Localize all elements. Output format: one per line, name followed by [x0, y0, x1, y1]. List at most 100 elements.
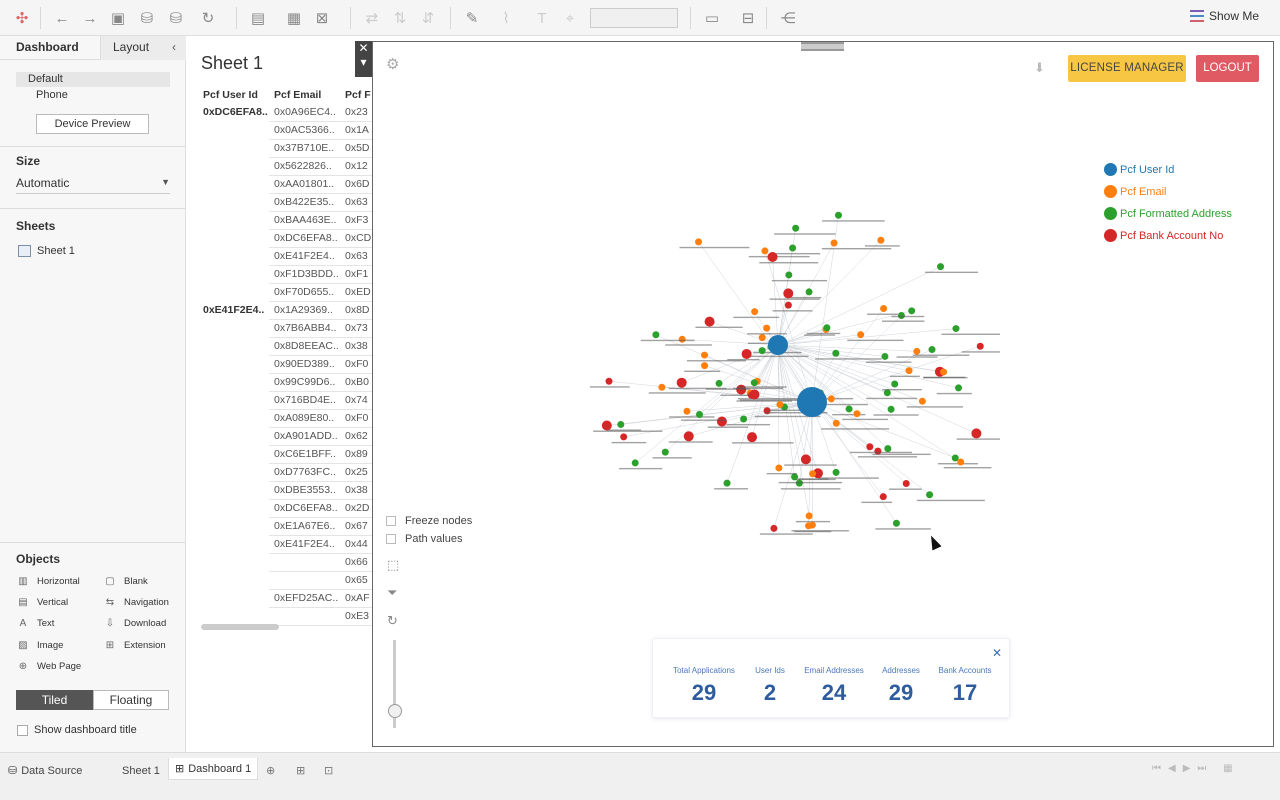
undo-icon[interactable]: ←: [52, 8, 72, 28]
graph-node[interactable]: [853, 410, 861, 418]
graph-node[interactable]: [866, 443, 874, 451]
graph-node[interactable]: [823, 324, 831, 332]
graph-node[interactable]: [937, 263, 945, 271]
graph-node[interactable]: [761, 247, 769, 255]
legend-item[interactable]: Pcf Email: [1104, 185, 1166, 198]
table-cell[interactable]: 0xE1A67E6..: [269, 518, 343, 536]
graph-node[interactable]: [928, 346, 936, 354]
table-cell[interactable]: [269, 608, 343, 626]
graph-node[interactable]: [789, 244, 797, 252]
table-cell[interactable]: 0x8D: [343, 302, 373, 320]
tiled-toggle[interactable]: Tiled: [16, 690, 93, 710]
gear-icon[interactable]: ⚙: [386, 55, 399, 73]
table-cell[interactable]: 0x44: [343, 536, 373, 554]
group-icon[interactable]: ⌇: [496, 8, 516, 28]
graph-node[interactable]: [832, 468, 840, 476]
table-cell[interactable]: 0xEFD25AC..: [269, 590, 343, 608]
graph-node[interactable]: [749, 389, 760, 400]
graph-node[interactable]: [631, 459, 639, 467]
table-cell[interactable]: 0x63: [343, 194, 373, 212]
duplicate-icon[interactable]: ▦: [284, 8, 304, 28]
graph-node[interactable]: [770, 524, 778, 532]
graph-node[interactable]: [763, 324, 771, 332]
graph-node[interactable]: [877, 236, 885, 244]
table-cell[interactable]: 0xE41F2E4..: [269, 536, 343, 554]
horizontal-scrollbar[interactable]: [201, 624, 279, 630]
graph-node[interactable]: [767, 252, 778, 263]
graph-node[interactable]: [676, 377, 687, 388]
sheet-list-item[interactable]: Sheet 1: [18, 245, 75, 257]
graph-node[interactable]: [715, 379, 723, 387]
reset-icon[interactable]: ↻: [387, 613, 398, 629]
table-cell[interactable]: 0xE41F2E4..: [269, 248, 343, 266]
graph-node[interactable]: [661, 448, 669, 456]
graph-node[interactable]: [784, 301, 792, 309]
clear-icon[interactable]: ⊠: [312, 8, 332, 28]
graph-node[interactable]: [652, 331, 660, 339]
graph-node[interactable]: [701, 351, 709, 359]
graph-node[interactable]: [683, 407, 691, 415]
table-cell[interactable]: 0x716BD4E..: [269, 392, 343, 410]
table-cell[interactable]: 0x23: [343, 104, 373, 122]
graph-node[interactable]: [879, 493, 887, 501]
table-cell[interactable]: 0x8D8EEAC..: [269, 338, 343, 356]
table-cell[interactable]: 0xB422E35..: [269, 194, 343, 212]
graph-node[interactable]: [891, 380, 899, 388]
tab-data-source[interactable]: ⛁ Data Source: [8, 762, 82, 780]
table-cell[interactable]: 0x0A96EC4..: [269, 104, 343, 122]
graph-node[interactable]: [957, 458, 965, 466]
table-cell[interactable]: 0xF0: [343, 410, 373, 428]
graph-node[interactable]: [908, 307, 916, 315]
graph-node[interactable]: [918, 397, 926, 405]
license-manager-button[interactable]: LICENSE MANAGER: [1068, 55, 1186, 82]
table-cell[interactable]: 0x38: [343, 482, 373, 500]
size-select[interactable]: Automatic ▼: [16, 176, 170, 194]
zoom-slider-handle[interactable]: [388, 704, 402, 718]
close-icon[interactable]: ✕: [992, 646, 1002, 660]
graph-node[interactable]: [758, 347, 766, 355]
table-cell[interactable]: 0xDC6EFA8..: [269, 230, 343, 248]
table-cell[interactable]: 0xDC6EFA8..: [269, 500, 343, 518]
tab-sheet-1[interactable]: Sheet 1: [122, 762, 160, 780]
table-cell[interactable]: 0xAA01801..: [269, 176, 343, 194]
fit-dropdown[interactable]: [590, 8, 678, 28]
graph-node[interactable]: [940, 368, 948, 376]
graph-node[interactable]: [845, 405, 853, 413]
table-cell[interactable]: 0xF3: [343, 212, 373, 230]
logout-button[interactable]: LOGOUT: [1196, 55, 1259, 82]
graph-node[interactable]: [783, 288, 794, 299]
graph-node[interactable]: [892, 519, 900, 527]
table-cell[interactable]: 0x6D: [343, 176, 373, 194]
table-cell[interactable]: 0xE41F2E4..: [203, 302, 271, 320]
graph-node[interactable]: [971, 428, 982, 439]
show-title-checkbox[interactable]: [17, 724, 28, 736]
table-cell[interactable]: 0xBAA463E..: [269, 212, 343, 230]
column-header[interactable]: Pcf User Id: [203, 89, 258, 101]
graph-node[interactable]: [832, 419, 840, 427]
refresh-icon[interactable]: ↻: [198, 8, 218, 28]
graph-node[interactable]: [704, 316, 715, 327]
show-title-option[interactable]: Show dashboard title: [17, 724, 137, 736]
table-cell[interactable]: 0xF70D655..: [269, 284, 343, 302]
device-default[interactable]: Default: [16, 72, 170, 87]
column-header[interactable]: Pcf F: [345, 89, 371, 101]
graph-node[interactable]: [830, 239, 838, 247]
object-webpage[interactable]: ⊕ Web Page: [17, 661, 81, 672]
graph-node[interactable]: [750, 379, 758, 387]
graph-node[interactable]: [874, 447, 882, 455]
graph-node[interactable]: [658, 383, 666, 391]
table-cell[interactable]: 0x5D: [343, 140, 373, 158]
graph-node[interactable]: [716, 416, 727, 427]
table-cell[interactable]: 0xF1D3BDD..: [269, 266, 343, 284]
table-cell[interactable]: 0xE3: [343, 608, 373, 626]
tab-dashboard-1[interactable]: ⊞ Dashboard 1: [168, 758, 259, 780]
object-download[interactable]: ⇩ Download: [104, 618, 166, 629]
table-cell[interactable]: 0xD7763FC..: [269, 464, 343, 482]
object-text[interactable]: A Text: [17, 618, 55, 629]
graph-node[interactable]: [751, 308, 759, 316]
drag-handle-icon[interactable]: [801, 42, 844, 51]
freeze-nodes-option[interactable]: Freeze nodes: [386, 515, 472, 527]
network-graph[interactable]: [590, 190, 1000, 570]
tab-navigation-arrows[interactable]: ⏮◀▶⏭ ▦: [1152, 763, 1240, 774]
graph-node[interactable]: [805, 288, 813, 296]
